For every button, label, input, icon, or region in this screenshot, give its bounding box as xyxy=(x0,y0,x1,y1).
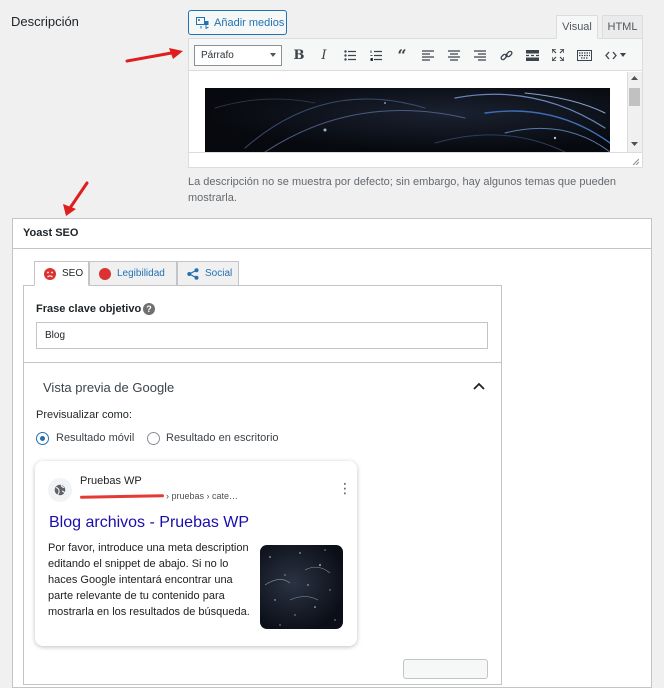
radio-mobile-label[interactable]: Resultado móvil xyxy=(56,432,134,444)
tab-readability-label: Legibilidad xyxy=(117,268,165,279)
tab-social-label: Social xyxy=(205,268,233,279)
keyphrase-input[interactable]: Blog xyxy=(36,322,488,349)
chevron-up-icon[interactable] xyxy=(472,380,486,392)
radio-mobile[interactable] xyxy=(36,432,49,445)
scrollbar-thumb[interactable] xyxy=(629,88,640,106)
blockquote-icon[interactable]: “ xyxy=(392,44,412,66)
numbered-list-icon[interactable] xyxy=(366,44,386,66)
sad-face-icon xyxy=(44,267,56,280)
radio-desktop-label[interactable]: Resultado en escritorio xyxy=(166,432,279,444)
editor-scrollbar[interactable] xyxy=(627,72,642,152)
bottom-action-button[interactable] xyxy=(403,659,488,679)
tab-readability[interactable]: Legibilidad xyxy=(89,261,177,286)
serp-thumbnail-image xyxy=(260,545,343,629)
add-media-label: Añadir medios xyxy=(214,16,285,29)
divider xyxy=(24,362,501,363)
italic-icon[interactable]: I xyxy=(314,44,334,66)
description-help-text: La descripción no se muestra por defecto… xyxy=(188,176,617,204)
radio-desktop[interactable] xyxy=(147,432,160,445)
status-dot-icon xyxy=(99,267,111,280)
serp-title[interactable]: Blog archivos - Pruebas WP xyxy=(49,514,249,532)
bullet-list-icon[interactable] xyxy=(340,44,360,66)
serp-site-name: Pruebas WP xyxy=(80,475,142,487)
link-icon[interactable] xyxy=(496,44,516,66)
star-trail-image xyxy=(205,88,610,152)
tab-html[interactable]: HTML xyxy=(602,15,643,39)
code-icon[interactable] xyxy=(600,44,630,66)
tab-social[interactable]: Social xyxy=(177,261,239,286)
share-icon xyxy=(187,267,199,280)
bold-icon[interactable]: B xyxy=(289,44,309,66)
toolbar-toggle-icon[interactable] xyxy=(574,44,594,66)
format-select-value: Párrafo xyxy=(201,50,234,61)
yoast-title: Yoast SEO xyxy=(12,218,652,249)
annotation-arrow-icon xyxy=(125,48,183,63)
annotation-arrow-icon xyxy=(63,181,89,216)
read-more-icon[interactable] xyxy=(522,44,542,66)
fullscreen-icon[interactable] xyxy=(548,44,568,66)
format-select[interactable]: Párrafo xyxy=(194,45,282,66)
resize-handle-icon[interactable] xyxy=(632,158,639,165)
preview-as-label: Previsualizar como: xyxy=(36,409,132,421)
tab-visual[interactable]: Visual xyxy=(556,15,598,39)
add-media-button[interactable]: Añadir medios xyxy=(188,10,287,35)
tab-seo-label: SEO xyxy=(62,268,84,279)
help-icon[interactable]: ? xyxy=(143,303,155,315)
globe-icon xyxy=(48,478,72,502)
google-preview-title[interactable]: Vista previa de Google xyxy=(43,380,174,395)
align-right-icon[interactable] xyxy=(470,44,490,66)
editor-resize-bar xyxy=(189,152,642,167)
chevron-down-icon xyxy=(619,53,626,57)
align-left-icon[interactable] xyxy=(418,44,438,66)
serp-breadcrumb-path: › pruebas › cate… xyxy=(166,491,239,501)
chevron-down-icon xyxy=(270,53,276,57)
keyphrase-label: Frase clave objetivo xyxy=(36,303,142,315)
align-center-icon[interactable] xyxy=(444,44,464,66)
tab-seo[interactable]: SEO xyxy=(34,261,89,286)
description-label: Descripción xyxy=(11,14,79,29)
add-media-icon xyxy=(196,16,209,29)
more-vertical-icon[interactable]: ⋮ xyxy=(338,480,352,497)
serp-snippet: Por favor, introduce una meta descriptio… xyxy=(48,542,250,618)
